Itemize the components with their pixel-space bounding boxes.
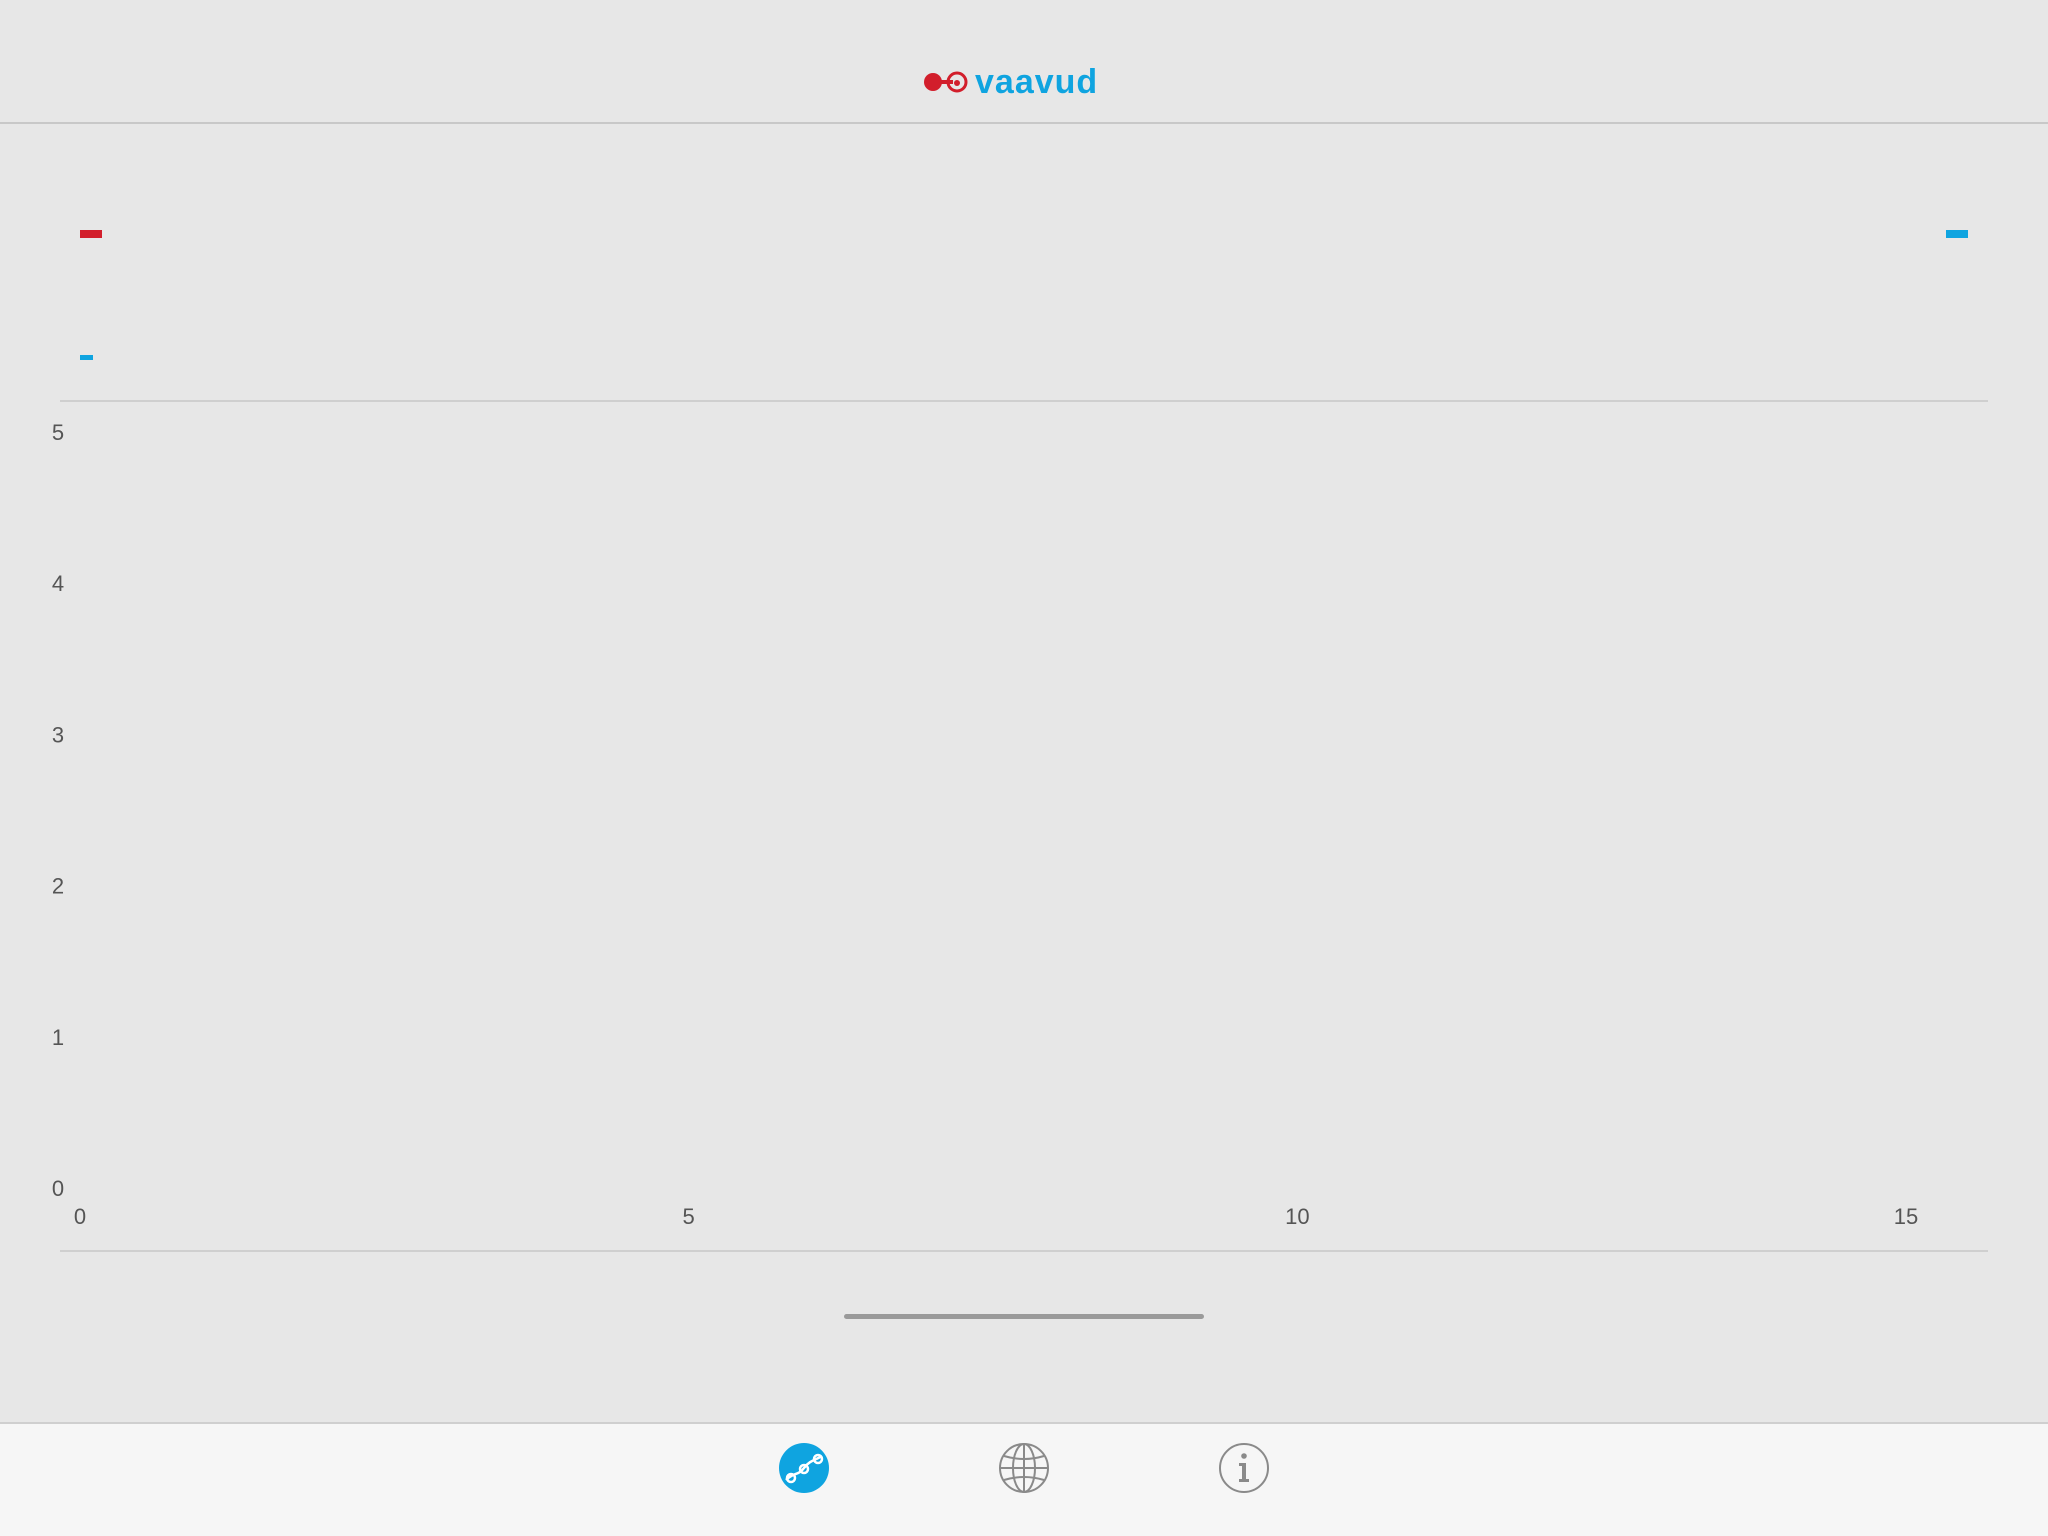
header: vaavud — [0, 0, 2048, 124]
readout-panel — [0, 126, 2048, 400]
drag-handle[interactable] — [844, 1314, 1204, 1319]
tab-map[interactable] — [998, 1442, 1050, 1494]
tab-bar — [0, 1422, 2048, 1536]
chart-canvas: 0 1 2 3 4 5 0 5 10 15 — [52, 420, 1918, 1229]
direction-value — [80, 355, 93, 360]
measure-icon — [779, 1443, 829, 1493]
logo-text: vaavud — [975, 63, 1099, 101]
y-tick-label: 2 — [52, 874, 64, 899]
tab-info[interactable] — [1218, 1442, 1270, 1494]
info-icon — [1219, 1443, 1269, 1493]
app-root: vaavud 0 1 2 3 4 5 0 5 10 15 — [0, 0, 2048, 1536]
x-tick-label: 10 — [1285, 1204, 1309, 1229]
x-tick-label: 15 — [1894, 1204, 1918, 1229]
y-tick-label: 1 — [52, 1025, 64, 1050]
max-speed-value — [1946, 230, 1968, 238]
vaavud-logo: vaavud — [923, 64, 1098, 100]
y-tick-label: 5 — [52, 420, 64, 445]
chart-bottom-divider — [60, 1250, 1988, 1252]
y-tick-label: 4 — [52, 571, 64, 596]
wind-speed-chart: 0 1 2 3 4 5 0 5 10 15 — [0, 402, 2048, 1250]
vaavud-logo-icon — [924, 71, 968, 93]
globe-icon — [999, 1443, 1049, 1493]
tab-measure[interactable] — [778, 1442, 830, 1494]
y-tick-label: 0 — [52, 1176, 64, 1201]
average-speed-value — [80, 230, 102, 238]
y-tick-label: 3 — [52, 722, 64, 747]
x-tick-label: 0 — [74, 1204, 86, 1229]
x-tick-label: 5 — [683, 1204, 695, 1229]
